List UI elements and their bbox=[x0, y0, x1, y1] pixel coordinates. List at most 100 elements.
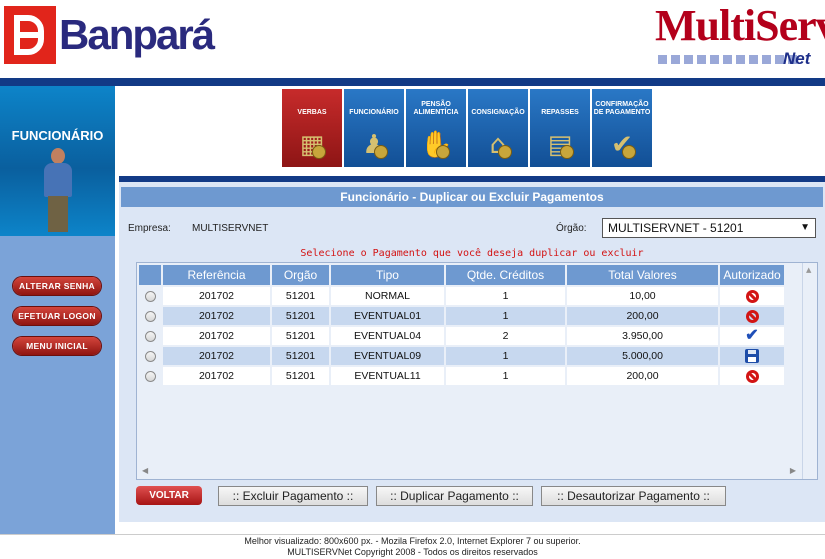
coin-icon bbox=[374, 145, 388, 159]
select-column-header bbox=[139, 265, 161, 285]
radio-button[interactable] bbox=[144, 290, 156, 302]
radio-button[interactable] bbox=[144, 310, 156, 322]
nav-tile-label: PENSÃO ALIMENTÍCIA bbox=[413, 101, 459, 116]
cell-orgao: 51201 bbox=[272, 307, 329, 325]
column-header: Referência bbox=[163, 265, 270, 285]
nav-tile-funcionario[interactable]: FUNCIONÁRIO ♟ bbox=[344, 89, 404, 167]
alterar-senha-button[interactable]: ALTERAR SENHA bbox=[13, 277, 101, 295]
sidebar-title: FUNCIONÁRIO bbox=[11, 128, 104, 143]
row-select[interactable] bbox=[139, 327, 161, 345]
product-name: MultiServ bbox=[655, 1, 825, 50]
cell-total: 200,00 bbox=[567, 307, 718, 325]
cell-tipo: NORMAL bbox=[331, 287, 444, 305]
scroll-right-icon[interactable]: ▶ bbox=[790, 466, 796, 475]
cell-qtde: 1 bbox=[446, 307, 565, 325]
authorized-check-icon: ✔ bbox=[745, 327, 759, 344]
radio-button[interactable] bbox=[144, 370, 156, 382]
column-header: Orgão bbox=[272, 265, 329, 285]
column-header: Total Valores bbox=[567, 265, 718, 285]
page: Banpará MultiServ Net FUNCIONÁRIO ALTERA… bbox=[0, 0, 825, 559]
payments-table: Referência Orgão Tipo Qtde. Créditos Tot… bbox=[137, 263, 786, 387]
cell-tipo: EVENTUAL01 bbox=[331, 307, 444, 325]
nav-tile-consignacao[interactable]: CONSIGNAÇÃO ⌂ bbox=[468, 89, 528, 167]
nav-tile-confirmacao-pagamento[interactable]: CONFIRMAÇÃO DE PAGAMENTO ✔ bbox=[592, 89, 652, 167]
nav-tile-repasses[interactable]: REPASSES ▤ bbox=[530, 89, 590, 167]
column-header: Tipo bbox=[331, 265, 444, 285]
nav-tile-label: VERBAS bbox=[297, 109, 327, 116]
instruction-text: Selecione o Pagamento que você deseja du… bbox=[300, 248, 644, 259]
cell-qtde: 1 bbox=[446, 367, 565, 385]
cell-qtde: 1 bbox=[446, 287, 565, 305]
row-select[interactable] bbox=[139, 347, 161, 365]
table-row[interactable]: 201702 51201 EVENTUAL04 2 3.950,00 ✔ bbox=[139, 327, 784, 345]
cell-referencia: 201702 bbox=[163, 287, 270, 305]
table-row[interactable]: 201702 51201 EVENTUAL01 1 200,00 bbox=[139, 307, 784, 325]
cell-referencia: 201702 bbox=[163, 307, 270, 325]
efetuar-logon-button[interactable]: EFETUAR LOGON bbox=[13, 307, 101, 325]
empresa-value: MULTISERVNET bbox=[192, 223, 269, 234]
nav-tile-verbas[interactable]: VERBAS ▦ bbox=[282, 89, 342, 167]
product-logo-dots bbox=[658, 55, 797, 64]
orgao-label: Órgão: bbox=[556, 223, 587, 234]
empresa-label: Empresa: bbox=[128, 223, 171, 234]
column-header: Qtde. Créditos bbox=[446, 265, 565, 285]
chevron-down-icon: ▼ bbox=[800, 222, 810, 233]
radio-button[interactable] bbox=[144, 330, 156, 342]
saved-disk-icon bbox=[745, 349, 759, 363]
footer: Melhor visualizado: 800x600 px. - Mozila… bbox=[0, 536, 825, 558]
cell-tipo: EVENTUAL11 bbox=[331, 367, 444, 385]
banpara-logo-icon bbox=[4, 6, 56, 64]
cell-orgao: 51201 bbox=[272, 327, 329, 345]
sidebar-banner: FUNCIONÁRIO bbox=[0, 86, 115, 236]
cell-total: 3.950,00 bbox=[567, 327, 718, 345]
cell-autorizado bbox=[720, 347, 784, 365]
cell-referencia: 201702 bbox=[163, 347, 270, 365]
cell-total: 10,00 bbox=[567, 287, 718, 305]
footer-browser-note: Melhor visualizado: 800x600 px. - Mozila… bbox=[244, 536, 581, 546]
coin-icon bbox=[498, 145, 512, 159]
cell-autorizado bbox=[720, 287, 784, 305]
cell-tipo: EVENTUAL04 bbox=[331, 327, 444, 345]
table-row[interactable]: 201702 51201 EVENTUAL09 1 5.000,00 bbox=[139, 347, 784, 365]
coin-icon bbox=[560, 145, 574, 159]
voltar-button[interactable]: VOLTAR bbox=[136, 486, 202, 505]
cell-tipo: EVENTUAL09 bbox=[331, 347, 444, 365]
coin-icon bbox=[312, 145, 326, 159]
row-select[interactable] bbox=[139, 287, 161, 305]
nav-tile-pensao-alimenticia[interactable]: PENSÃO ALIMENTÍCIA ✋ bbox=[406, 89, 466, 167]
horizontal-scrollbar[interactable]: ◀ ▶ bbox=[137, 463, 801, 479]
cell-total: 200,00 bbox=[567, 367, 718, 385]
cell-autorizado: ✔ bbox=[720, 327, 784, 345]
nav-tile-label: CONFIRMAÇÃO DE PAGAMENTO bbox=[593, 101, 651, 116]
vertical-scrollbar[interactable]: ▲ bbox=[802, 263, 817, 479]
employee-figure-icon bbox=[38, 148, 78, 234]
nav-tile-label: CONSIGNAÇÃO bbox=[471, 109, 525, 116]
column-header: Autorizado bbox=[720, 265, 784, 285]
cell-orgao: 51201 bbox=[272, 287, 329, 305]
scroll-left-icon[interactable]: ◀ bbox=[142, 466, 148, 475]
table-row[interactable]: 201702 51201 NORMAL 1 10,00 bbox=[139, 287, 784, 305]
table-header-row: Referência Orgão Tipo Qtde. Créditos Tot… bbox=[139, 265, 784, 285]
nav-tile-label: FUNCIONÁRIO bbox=[349, 109, 399, 116]
orgao-select[interactable]: MULTISERVNET - 51201 ▼ bbox=[602, 218, 816, 238]
cell-qtde: 2 bbox=[446, 327, 565, 345]
product-suffix: Net bbox=[783, 49, 811, 68]
cell-total: 5.000,00 bbox=[567, 347, 718, 365]
menu-inicial-button[interactable]: MENU INICIAL bbox=[13, 337, 101, 355]
scroll-up-icon[interactable]: ▲ bbox=[806, 266, 811, 274]
not-authorized-icon bbox=[745, 369, 759, 383]
radio-button[interactable] bbox=[144, 350, 156, 362]
module-nav: VERBAS ▦ FUNCIONÁRIO ♟ PENSÃO ALIMENTÍCI… bbox=[282, 89, 652, 167]
header: Banpará MultiServ Net bbox=[0, 0, 825, 78]
excluir-pagamento-button[interactable]: :: Excluir Pagamento :: bbox=[218, 486, 368, 506]
page-title: Funcionário - Duplicar ou Excluir Pagame… bbox=[121, 187, 823, 207]
table-row[interactable]: 201702 51201 EVENTUAL11 1 200,00 bbox=[139, 367, 784, 385]
coin-icon bbox=[622, 145, 636, 159]
desautorizar-pagamento-button[interactable]: :: Desautorizar Pagamento :: bbox=[541, 486, 726, 506]
row-select[interactable] bbox=[139, 307, 161, 325]
cell-referencia: 201702 bbox=[163, 367, 270, 385]
row-select[interactable] bbox=[139, 367, 161, 385]
cell-orgao: 51201 bbox=[272, 367, 329, 385]
orgao-select-value: MULTISERVNET - 51201 bbox=[608, 221, 744, 235]
duplicar-pagamento-button[interactable]: :: Duplicar Pagamento :: bbox=[376, 486, 533, 506]
